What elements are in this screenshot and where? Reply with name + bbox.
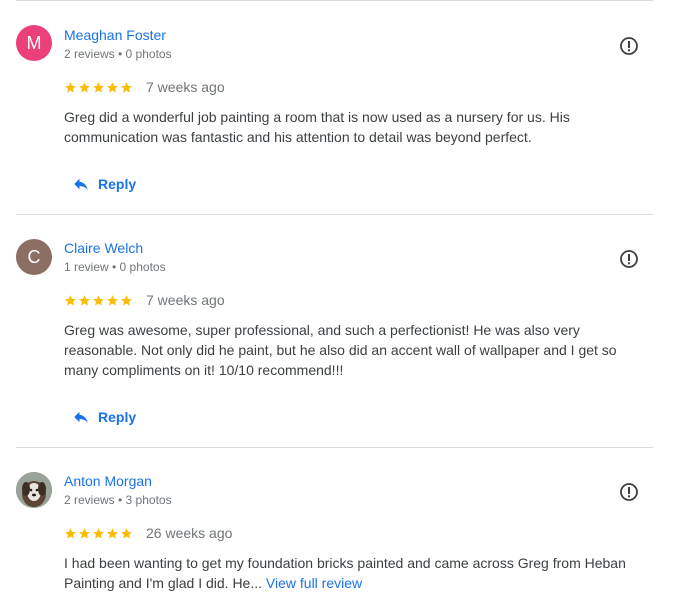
star-icon (121, 294, 132, 306)
star-icon (65, 294, 76, 306)
star-icon (65, 527, 76, 539)
reviewer-name[interactable]: Claire Welch (64, 240, 143, 256)
star-icon (93, 294, 104, 306)
view-full-review-link[interactable]: View full review (266, 575, 362, 591)
review-text: I had been wanting to get my foundation … (64, 553, 649, 593)
reviewer-meta: 2 reviews • 3 photos (64, 493, 172, 507)
review-date: 7 weeks ago (146, 79, 225, 95)
reply-label: Reply (98, 409, 137, 425)
reviewer-name[interactable]: Anton Morgan (64, 473, 152, 489)
divider (16, 0, 653, 1)
star-icon (79, 294, 90, 306)
rating-row: 26 weeks ago (64, 525, 232, 541)
star-icon (93, 81, 104, 93)
reply-button[interactable]: Reply (64, 166, 144, 202)
divider (16, 447, 653, 448)
dog-photo-avatar[interactable] (16, 472, 52, 508)
report-flag-icon[interactable] (619, 249, 639, 269)
review-date: 7 weeks ago (146, 292, 225, 308)
report-flag-icon[interactable] (619, 36, 639, 56)
reviewer-name[interactable]: Meaghan Foster (64, 27, 166, 43)
reply-arrow-icon (74, 411, 88, 423)
star-icon (79, 81, 90, 93)
star-icon (107, 527, 118, 539)
star-icon (121, 81, 132, 93)
star-icon (121, 527, 132, 539)
reply-label: Reply (98, 176, 137, 192)
star-icon (107, 294, 118, 306)
review-date: 26 weeks ago (146, 525, 233, 541)
star-icon (65, 81, 76, 93)
report-flag-icon[interactable] (619, 482, 639, 502)
review-text: Greg was awesome, super professional, an… (64, 322, 617, 378)
star-rating (64, 527, 133, 540)
star-icon (93, 527, 104, 539)
star-rating (64, 294, 133, 307)
star-icon (79, 527, 90, 539)
reviewer-meta: 2 reviews • 0 photos (64, 47, 172, 61)
reply-button[interactable]: Reply (64, 399, 144, 435)
star-icon (107, 81, 118, 93)
avatar[interactable]: C (16, 239, 52, 275)
avatar[interactable]: M (16, 25, 52, 61)
reply-arrow-icon (74, 178, 88, 190)
star-rating (64, 81, 133, 94)
rating-row: 7 weeks ago (64, 79, 225, 95)
reviewer-meta: 1 review • 0 photos (64, 260, 166, 274)
rating-row: 7 weeks ago (64, 292, 225, 308)
divider (16, 214, 653, 215)
review-text: Greg did a wonderful job painting a room… (64, 109, 570, 145)
